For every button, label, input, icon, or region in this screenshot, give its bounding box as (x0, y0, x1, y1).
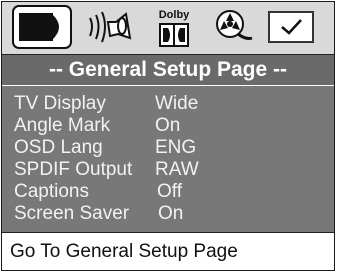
setting-value: On (158, 203, 184, 224)
setting-label: Screen Saver (14, 203, 130, 224)
checkmark-icon (268, 11, 314, 43)
video-reel-icon (216, 10, 253, 40)
setting-row-osd-lang[interactable]: OSD Lang ENG (2, 137, 334, 159)
tab-preferences[interactable] (266, 4, 318, 50)
setting-label: Angle Mark (14, 115, 111, 136)
page-title: -- General Setup Page -- (2, 55, 334, 85)
setup-menu-window: Dolby -- General Setup Page -- TV Displa… (1, 1, 335, 271)
dolby-label: Dolby (159, 9, 190, 21)
dolby-icon: Dolby (159, 9, 190, 47)
tab-general-setup[interactable] (12, 4, 74, 50)
tab-dolby-setup[interactable]: Dolby (154, 4, 194, 50)
setting-value: RAW (155, 159, 199, 180)
setting-row-spdif-output[interactable]: SPDIF Output RAW (2, 159, 334, 181)
speaker-audio-icon (89, 11, 132, 43)
setting-label: Captions (14, 181, 89, 202)
setup-icon-bar: Dolby (2, 2, 334, 55)
setting-label: TV Display (14, 93, 106, 114)
status-text: Go To General Setup Page (10, 241, 238, 262)
settings-list: TV Display Wide Angle Mark On OSD Lang E… (2, 86, 334, 232)
setting-value: Off (157, 181, 182, 202)
tab-video-setup[interactable] (210, 4, 254, 50)
setting-row-tv-display[interactable]: TV Display Wide (2, 93, 334, 115)
status-bar: Go To General Setup Page (2, 232, 334, 270)
setting-row-captions[interactable]: Captions Off (2, 181, 334, 203)
setting-label: OSD Lang (14, 137, 103, 158)
tv-icon (12, 5, 72, 49)
setting-value: On (155, 115, 181, 136)
setting-row-screen-saver[interactable]: Screen Saver On (2, 203, 334, 225)
setting-value: Wide (155, 93, 199, 114)
tab-audio-setup[interactable] (86, 4, 134, 50)
setting-label: SPDIF Output (14, 159, 133, 180)
setting-row-angle-mark[interactable]: Angle Mark On (2, 115, 334, 137)
setting-value: ENG (155, 137, 197, 158)
